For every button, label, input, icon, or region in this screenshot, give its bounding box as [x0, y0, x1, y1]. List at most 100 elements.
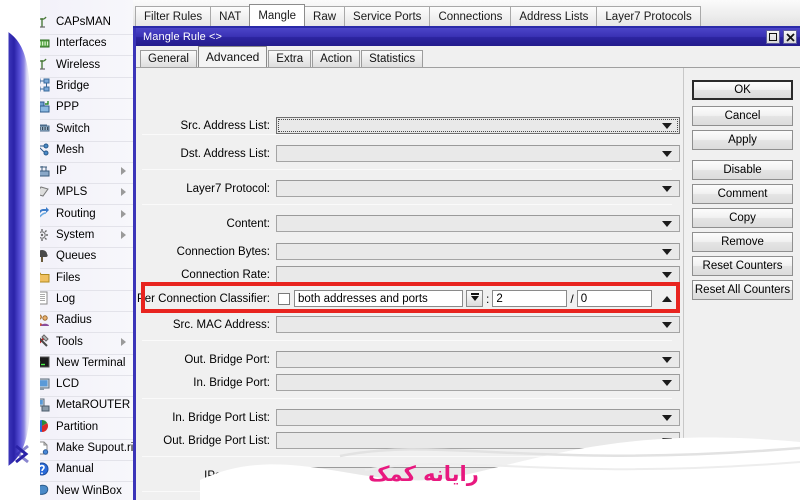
pcc-numerator-input[interactable]: 2	[492, 290, 568, 307]
form-separator	[142, 491, 672, 492]
terminal-icon	[34, 356, 50, 368]
caret-down-icon-in-bridge-port[interactable]	[662, 380, 672, 386]
sidebar-item-label: Queues	[56, 250, 97, 263]
field-label-out-bridge-port: Out. Bridge Port:	[184, 353, 270, 366]
ppp-icon	[34, 100, 50, 113]
caret-down-icon-dst-address-list[interactable]	[662, 151, 672, 157]
reset-counters-button[interactable]: Reset Counters	[692, 256, 793, 276]
dialog-tab-advanced[interactable]: Advanced	[197, 46, 268, 67]
dialog-tab-statistics[interactable]: Statistics	[361, 50, 424, 67]
caret-down-icon-src-address-list[interactable]	[662, 123, 672, 129]
comment-button[interactable]: Comment	[692, 184, 793, 204]
caret-down-icon-connection-rate[interactable]	[662, 272, 672, 278]
sidebar-item-label: Partition	[56, 420, 99, 433]
firewall-tab-layer7-protocols[interactable]: Layer7 Protocols	[596, 6, 701, 26]
field-label-connection-rate: Connection Rate:	[181, 268, 270, 281]
caret-down-icon-ipsec-policy[interactable]	[662, 473, 672, 479]
firewall-tab-filter-rules[interactable]: Filter Rules	[135, 6, 212, 26]
sidebar-item-new-winbox[interactable]: New WinBox	[30, 479, 133, 500]
sidebar-item-label: New WinBox	[56, 484, 122, 497]
field-label-connection-bytes: Connection Bytes:	[176, 245, 270, 258]
field-input-layer7-protocol[interactable]	[276, 180, 680, 197]
dialog-tab-general[interactable]: General	[140, 50, 197, 67]
dialog-tab-action[interactable]: Action	[312, 50, 361, 67]
field-input-out-bridge-port[interactable]	[276, 351, 680, 368]
field-input-connection-bytes[interactable]	[276, 243, 680, 260]
form-row-src-mac-address: Src. MAC Address:	[136, 314, 686, 335]
caret-down-icon-layer7-protocol[interactable]	[662, 186, 672, 192]
button-label: Comment	[717, 188, 768, 200]
sidebar-item-label: Switch	[56, 122, 90, 135]
firewall-tab-raw[interactable]: Raw	[304, 6, 346, 26]
pcc-mode-value[interactable]: both addresses and ports	[294, 290, 463, 307]
sidebar-item-label: New Terminal	[56, 356, 126, 369]
interface-icon	[34, 39, 50, 48]
log-icon	[34, 291, 51, 306]
pcc-denominator-input[interactable]: 0	[576, 290, 652, 307]
per-connection-classifier-row: Per Connection Classifier: both addresse…	[136, 288, 686, 309]
pcc-caret-icon[interactable]	[662, 296, 672, 302]
piechart-icon	[34, 419, 51, 434]
field-input-in-bridge-port[interactable]	[276, 374, 680, 391]
ok-button[interactable]: OK	[692, 80, 793, 100]
sidebar-item-label: Routing	[56, 207, 96, 220]
apply-button[interactable]: Apply	[692, 130, 793, 150]
caret-down-icon-content[interactable]	[662, 221, 672, 227]
field-input-dst-address-list[interactable]	[276, 145, 680, 162]
field-input-ipsec-policy[interactable]	[276, 467, 680, 484]
caret-down-icon-connection-bytes[interactable]	[662, 249, 672, 255]
firewall-tab-connections[interactable]: Connections	[429, 6, 512, 26]
dialog-titlebar[interactable]: Mangle Rule <>	[136, 28, 800, 46]
firewall-tab-service-ports[interactable]: Service Ports	[344, 6, 431, 26]
close-button[interactable]	[783, 30, 797, 44]
form-row-out-bridge-port: Out. Bridge Port:	[136, 349, 686, 370]
gear-icon	[34, 228, 51, 243]
caret-down-icon-in-bridge-port-list[interactable]	[662, 415, 672, 421]
field-input-content[interactable]	[276, 215, 680, 232]
field-input-connection-rate[interactable]	[276, 266, 680, 283]
sidebar-item-label: PPP	[56, 101, 80, 114]
form-separator	[142, 204, 672, 205]
queues-icon	[34, 249, 51, 264]
sidebar-item-label: Manual	[56, 463, 94, 476]
copy-button[interactable]: Copy	[692, 208, 793, 228]
pcc-dropdown-button[interactable]	[466, 290, 483, 307]
dialog-button-panel: OK Cancel Apply Disable Comment Copy Remove Res…	[683, 68, 800, 500]
disable-button[interactable]: Disable	[692, 160, 793, 180]
ip-icon	[34, 165, 50, 177]
field-input-in-bridge-port-list[interactable]	[276, 409, 680, 426]
piechart-icon	[36, 420, 49, 433]
firewall-tab-mangle[interactable]: Mangle	[249, 4, 306, 26]
field-label-src-address-list: Src. Address List:	[180, 119, 270, 132]
pcc-checkbox[interactable]	[278, 292, 290, 305]
sidebar-item-label: MetaROUTER	[56, 399, 131, 412]
firewall-tab-nat[interactable]: NAT	[210, 6, 251, 26]
remove-button[interactable]: Remove	[692, 232, 793, 252]
form-separator	[142, 398, 672, 399]
restore-button[interactable]	[766, 30, 780, 44]
form-row-content: Content:	[136, 213, 686, 234]
firewall-tab-address-lists[interactable]: Address Lists	[510, 6, 598, 26]
sidebar-item-label: Interfaces	[56, 37, 107, 50]
sidebar-item-label: Radius	[56, 314, 92, 327]
dialog-tab-extra[interactable]: Extra	[268, 50, 312, 67]
caret-down-icon-out-bridge-port[interactable]	[662, 357, 672, 363]
tab-label: Filter Rules	[144, 10, 203, 23]
field-input-src-address-list[interactable]	[276, 117, 680, 134]
caret-down-icon-src-mac-address[interactable]	[662, 322, 672, 328]
field-input-out-bridge-port-list[interactable]	[276, 432, 680, 449]
mesh-icon	[34, 142, 49, 156]
caret-down-icon-out-bridge-port-list[interactable]	[662, 438, 672, 444]
sidebar-item-label: Log	[56, 292, 76, 305]
form-row-out-bridge-port-list: Out. Bridge Port List:	[136, 430, 686, 451]
winbox-logo-icon	[15, 444, 29, 464]
button-label: Reset Counters	[702, 260, 783, 272]
field-input-src-mac-address[interactable]	[276, 316, 680, 333]
metarouter-icon	[34, 398, 51, 413]
reset-all-counters-button[interactable]: Reset All Counters	[692, 280, 793, 300]
cancel-button[interactable]: Cancel	[692, 106, 793, 126]
mesh-icon	[34, 142, 51, 157]
sidebar-item-label: CAPsMAN	[56, 16, 111, 28]
field-label-dst-address-list: Dst. Address List:	[180, 147, 270, 160]
field-label-src-mac-address: Src. MAC Address:	[172, 318, 270, 331]
